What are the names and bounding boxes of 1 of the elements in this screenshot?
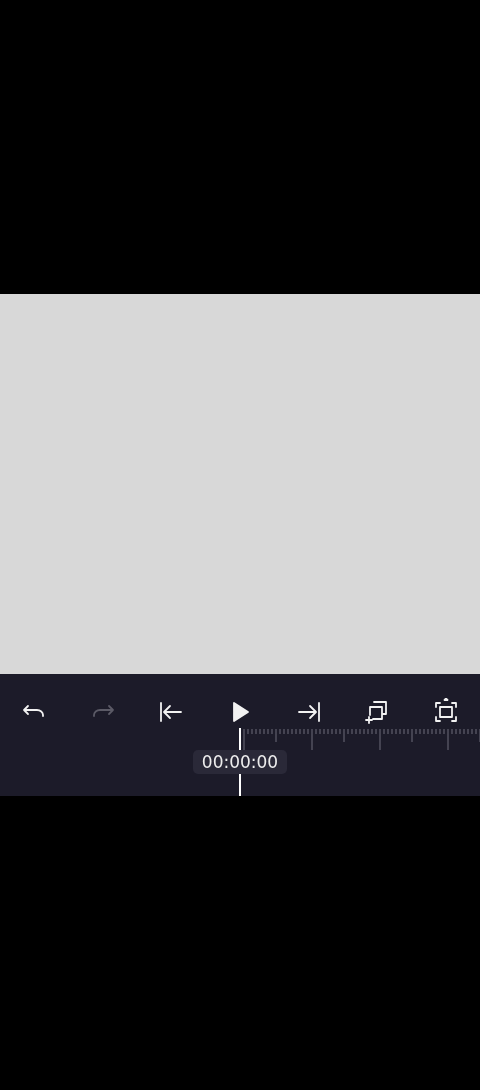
timecode: 00:00:00	[193, 750, 287, 774]
